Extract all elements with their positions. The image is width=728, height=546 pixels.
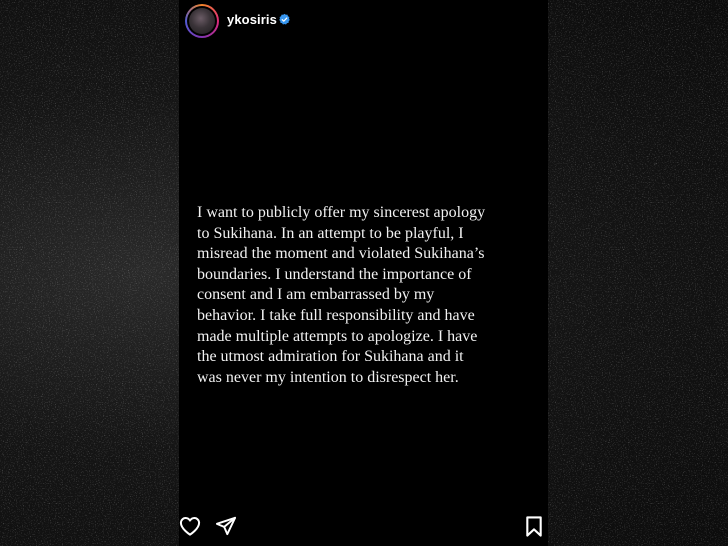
verified-badge-icon [279,13,290,25]
avatar-photo [189,8,215,34]
heart-icon[interactable] [179,516,201,536]
story-statement-text: I want to publicly offer my sincerest ap… [197,204,486,386]
avatar-ring [187,6,217,36]
username[interactable]: ykosiris [227,12,277,27]
screenshot-stage: ykosiris I want to publicly offer my sin… [0,0,728,546]
story-header: ykosiris [179,0,548,44]
avatar[interactable] [185,4,219,38]
story-panel: ykosiris I want to publicly offer my sin… [179,0,548,546]
send-icon[interactable] [215,516,237,536]
bookmark-icon[interactable] [525,516,543,537]
